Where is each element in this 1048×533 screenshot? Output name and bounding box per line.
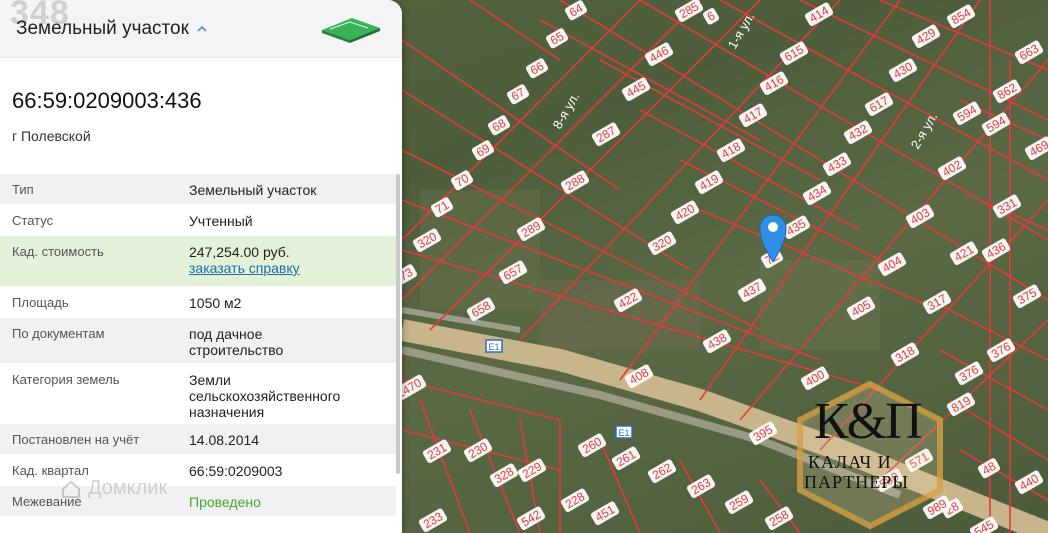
table-row: Тип Земельный участок	[0, 174, 396, 205]
parcel-number-label: 230	[463, 438, 493, 462]
parcel-number-label: 403	[905, 204, 935, 228]
parcel-boundary-line	[469, 0, 561, 61]
parcel-number-label: 432	[843, 120, 873, 144]
panel-header[interactable]: 348 Земельный участок	[0, 0, 402, 58]
row-label: Кад. стоимость	[12, 244, 104, 259]
street-label: 2-я ул.	[908, 110, 941, 152]
row-label: Статус	[12, 213, 54, 228]
parcel-number-label: 6	[702, 8, 720, 25]
row-value: Земли сельскохозяйственного назначения	[189, 372, 341, 420]
row-value: Учтенный	[189, 213, 253, 229]
parcel-number-label: 228	[560, 488, 590, 512]
parcel-boundary-line	[401, 39, 621, 191]
parcel-number-label: 48	[977, 458, 1001, 479]
row-label: Площадь	[12, 295, 69, 310]
panel-scrollbar[interactable]	[396, 174, 400, 474]
parcel-number-label: 259	[724, 490, 754, 514]
logo-text-line: ПАРТНЕРЫ	[804, 472, 909, 492]
row-value: под дачное строительство	[189, 326, 284, 358]
parcel-number-label: 451	[590, 501, 620, 525]
parcel-number-label: 67	[506, 84, 530, 105]
table-row: Категория земель Земли сельскохозяйствен…	[0, 364, 396, 424]
parcel-number-label: 854	[946, 4, 976, 28]
parcel-number-label: 445	[621, 77, 651, 101]
parcel-number-label: 430	[888, 58, 918, 82]
row-value: 66:59:0209003	[189, 463, 283, 479]
watermark-text: Домклик	[88, 477, 168, 499]
parcel-number-label: 594	[952, 101, 982, 125]
parcel-info-panel: 348 Земельный участок 66:59:0209003:436 …	[0, 0, 402, 533]
house-icon	[62, 480, 80, 498]
parcel-number-label: 417	[738, 103, 768, 127]
parcel-number-label: 261	[611, 446, 641, 470]
parcel-boundary-line	[639, 0, 1048, 241]
brand-logo: К&П КАЛАЧ И ПАРТНЕРЫ	[790, 380, 950, 530]
parcel-number-label: 416	[759, 71, 789, 95]
parcel-attributes-table: Тип Земельный участок Статус Учтенный Ка…	[0, 174, 396, 517]
panel-title[interactable]: Земельный участок	[16, 18, 209, 40]
parcel-number-label: 542	[516, 506, 546, 530]
parcel-number-label: 260	[577, 433, 607, 457]
parcel-number-label: 262	[647, 459, 677, 483]
row-value: 14.08.2014	[189, 432, 260, 448]
parcel-boundary-line	[419, 399, 471, 533]
parcel-number-label: 429	[911, 24, 941, 48]
parcel-boundary-line	[679, 459, 721, 533]
svg-text:E1: E1	[488, 342, 499, 352]
svg-text:E1: E1	[618, 428, 629, 438]
row-label: Категория земель	[12, 372, 120, 387]
domclick-watermark: Домклик	[60, 477, 167, 500]
parcel-number-label: 66	[525, 58, 549, 79]
parcel-number-label: 65	[545, 28, 569, 49]
parcel-number-label: 434	[802, 181, 832, 205]
table-row: Площадь 1050 м2	[0, 287, 396, 318]
parcel-number-label: 64	[564, 0, 588, 21]
row-label: Тип	[12, 182, 34, 197]
logo-mark: К&П	[814, 393, 923, 450]
order-certificate-link[interactable]: заказать справку	[189, 260, 300, 276]
parcel-number-label: 420	[670, 200, 700, 224]
parcel-number-label: 421	[949, 241, 979, 265]
land-parcel-icon	[322, 18, 380, 43]
parcel-number-label: 440	[1014, 470, 1044, 494]
panel-title-text: Земельный участок	[16, 18, 189, 39]
chevron-up-icon[interactable]	[195, 22, 209, 36]
table-row: Кад. стоимость 247,254.00 руб. заказать …	[0, 236, 396, 287]
parcel-number-label: 433	[822, 152, 852, 176]
row-label: Постановлен на учёт	[12, 432, 140, 447]
parcel-number-label: 446	[644, 42, 674, 66]
table-row: Постановлен на учёт 14.08.2014	[0, 424, 396, 455]
row-value: 1050 м2	[189, 295, 242, 311]
parcel-number-label: 615	[779, 41, 809, 65]
table-row: Статус Учтенный	[0, 205, 396, 236]
table-row: По документам под дачное строительство	[0, 318, 396, 364]
street-label: 8-я ул.	[550, 90, 583, 132]
parcel-number-label: 469	[1024, 136, 1048, 160]
parcel-number-label: 233	[418, 508, 448, 532]
parcel-number-label: 285	[674, 0, 704, 22]
parcel-number-label: 375	[1012, 284, 1042, 308]
parcel-number-label: 617	[864, 92, 894, 116]
logo-text-line: КАЛАЧ И	[808, 452, 892, 472]
row-value: 247,254.00 руб.	[189, 244, 290, 260]
row-value: Проведено	[189, 494, 261, 510]
city-label: г Полевской	[12, 128, 91, 144]
parcel-number-label: 376	[954, 361, 984, 385]
parcel-number-label: 229	[517, 458, 547, 482]
cadastral-number: 66:59:0209003:436	[12, 88, 202, 113]
parcel-number-label: 438	[702, 329, 732, 353]
row-label: По документам	[12, 326, 105, 341]
parcel-number-label: 419	[694, 170, 724, 194]
parcel-number-label: 436	[981, 238, 1011, 262]
row-value: Земельный участок	[189, 182, 317, 198]
parcel-number-label: 69	[471, 140, 495, 161]
parcel-boundary-line	[599, 59, 821, 181]
road-badge: E1	[485, 339, 503, 353]
road-badge: E1	[615, 425, 633, 439]
